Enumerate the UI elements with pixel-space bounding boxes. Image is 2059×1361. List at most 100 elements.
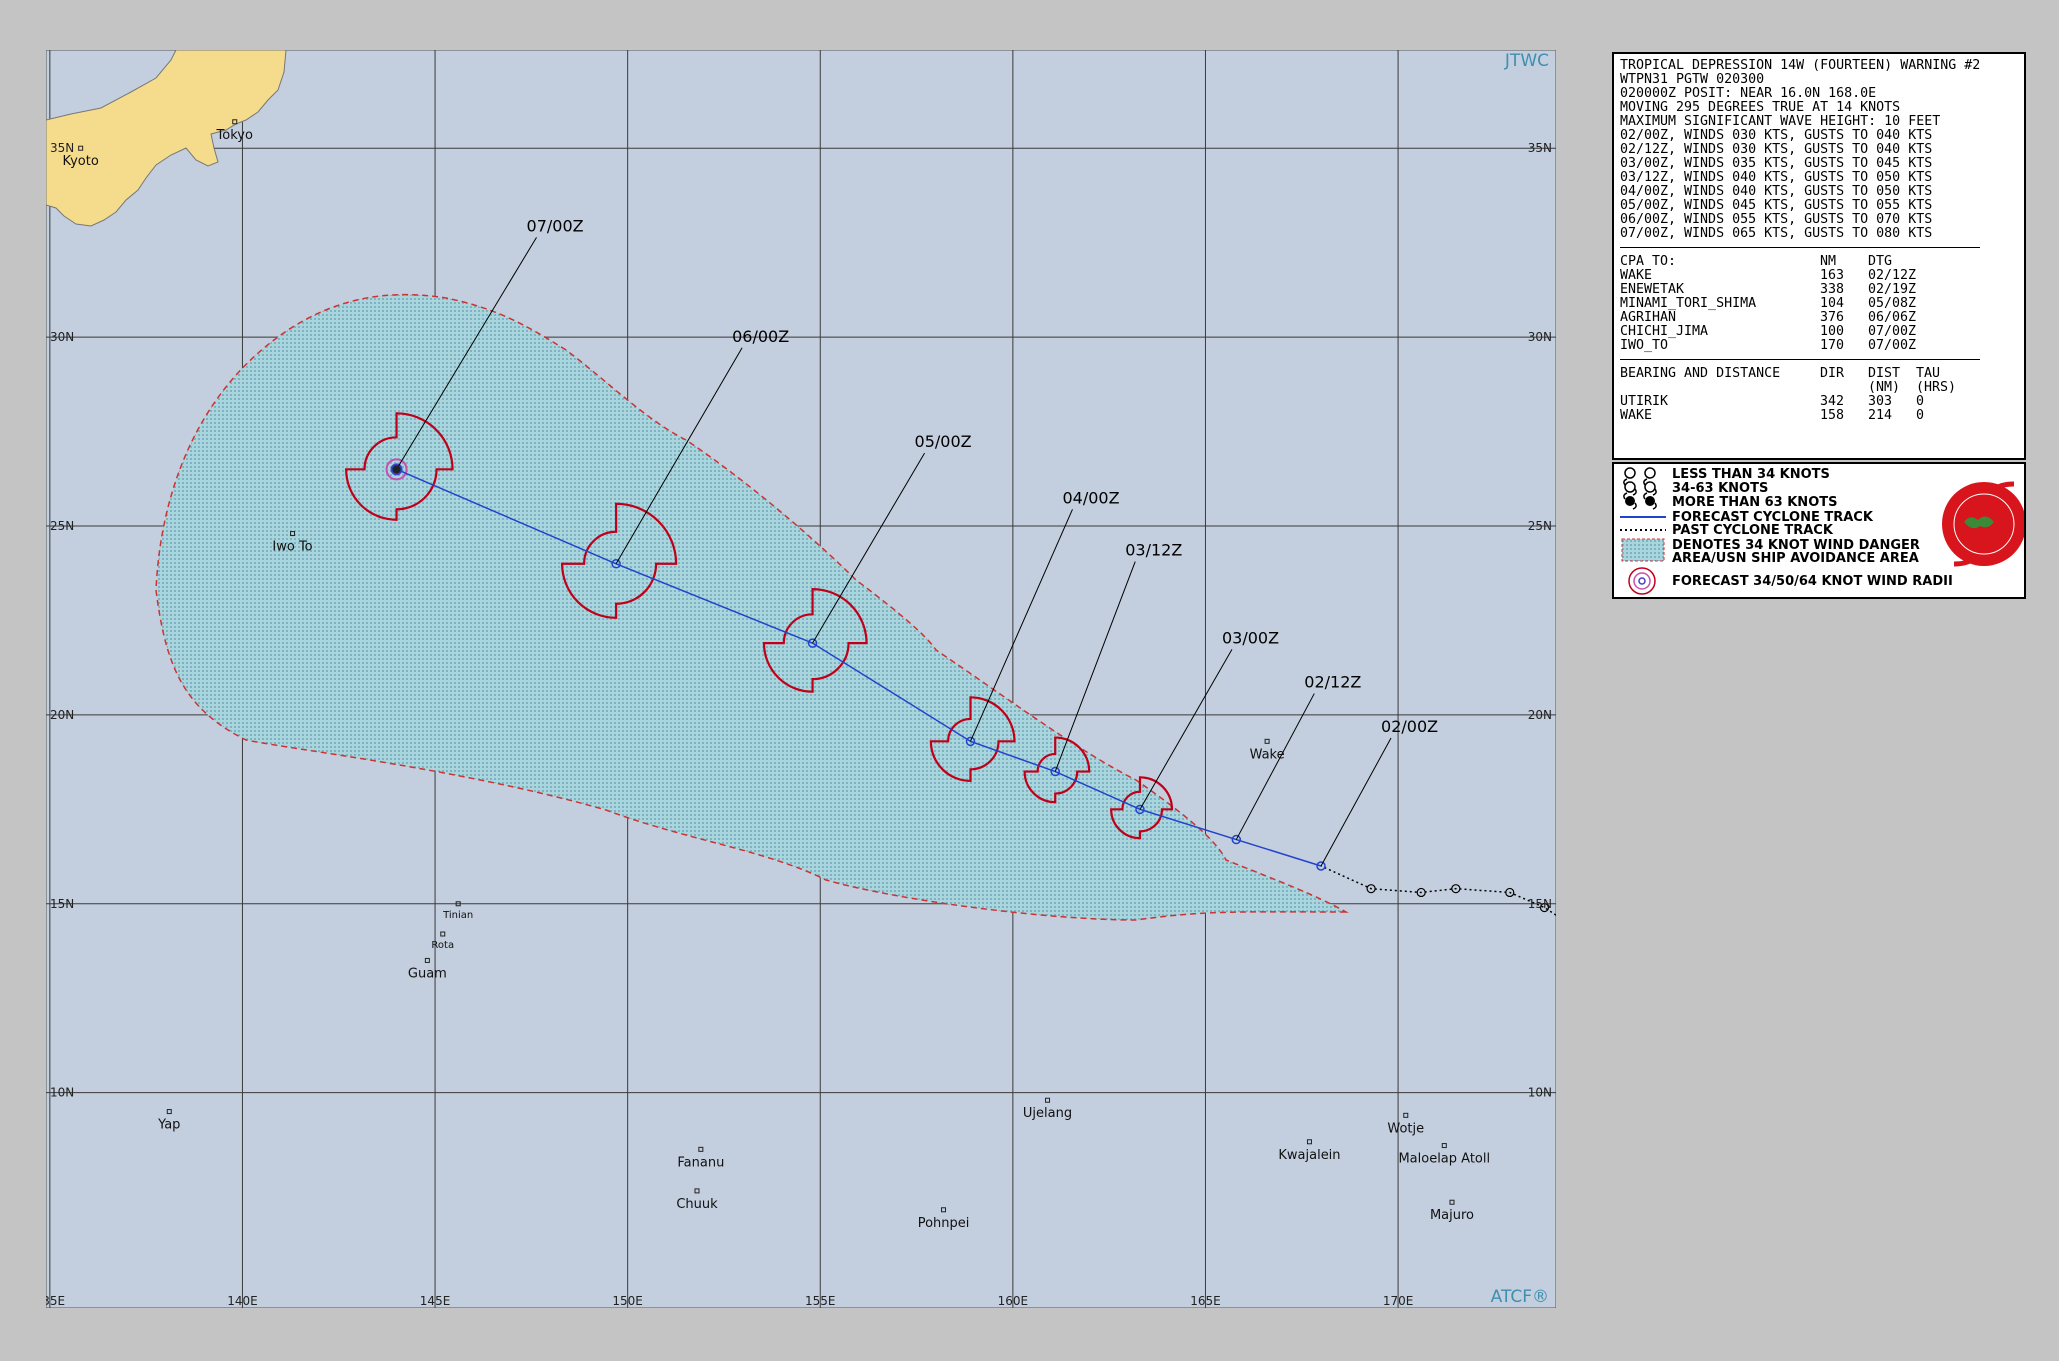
place-label: Chuuk [676, 1197, 718, 1212]
cell: 214 [1868, 408, 1893, 423]
warning-line: 07/00Z, WINDS 065 KTS, GUSTS TO 080 KTS [1620, 226, 1933, 241]
cpa-row: ENEWETAK 338 02/19Z [1620, 283, 2018, 297]
cell: 06/06Z [1868, 310, 1917, 325]
bearing-table: BEARING AND DISTANCE DIR DIST TAU (NM) (HRS) U… [1620, 367, 2018, 423]
lon-tick-label: 155E [805, 1294, 836, 1308]
cell: DIST [1868, 366, 1901, 381]
cell: 303 [1868, 394, 1893, 409]
cpa-row: IWO_TO 170 07/00Z [1620, 339, 2018, 353]
cell: 163 [1820, 268, 1845, 283]
warning-line: 05/00Z, WINDS 045 KTS, GUSTS TO 055 KTS [1620, 198, 1933, 213]
lat-tick-label-right: 25N [1528, 519, 1552, 533]
cell: MINAMI_TORI_SHIMA [1620, 296, 1757, 311]
bearing-header-row: BEARING AND DISTANCE DIR DIST TAU [1620, 367, 2018, 381]
cpa-header-row: CPA TO: NM DTG [1620, 255, 2018, 269]
cell: 338 [1820, 282, 1845, 297]
divider [1620, 359, 1980, 360]
legend-label-avoidance-area: AREA/USN SHIP AVOIDANCE AREA [1672, 551, 1919, 566]
lat-tick-label-right: 35N [1528, 141, 1552, 155]
cpa-row: WAKE 163 02/12Z [1620, 269, 2018, 283]
place-label: Majuro [1430, 1208, 1474, 1223]
cell: AGRIHAN [1620, 310, 1677, 325]
forecast-time-label: 07/00Z [527, 216, 584, 235]
weak-cyclone-icon [1624, 467, 1656, 479]
cell: (HRS) [1916, 380, 1957, 395]
warning-line: TROPICAL DEPRESSION 14W (FOURTEEN) WARNI… [1620, 58, 1981, 73]
bearing-row: WAKE 158 214 0 [1620, 409, 2018, 423]
cell: 342 [1820, 394, 1845, 409]
cell [1820, 381, 1868, 395]
cpa-table: CPA TO: NM DTG WAKE 163 02/12Z ENEWETAK 338 02/1… [1620, 255, 2018, 353]
cpa-row: CHICHI_JIMA 100 07/00Z [1620, 325, 2018, 339]
bearing-row: UTIRIK 342 303 0 [1620, 395, 2018, 409]
lat-tick-label-right: 15N [1528, 897, 1552, 911]
legend-label-past-track: PAST CYCLONE TRACK [1672, 523, 1833, 538]
place-label: Kwajalein [1278, 1148, 1340, 1163]
lon-tick-label: 160E [998, 1294, 1029, 1308]
legend-label-strong: MORE THAN 63 KNOTS [1672, 495, 1838, 510]
lon-tick-label: 165E [1190, 1294, 1221, 1308]
lat-tick-label-right: 30N [1528, 330, 1552, 344]
legend-label-weak: LESS THAN 34 KNOTS [1672, 467, 1830, 482]
cpa-row: MINAMI_TORI_SHIMA 104 05/08Z [1620, 297, 2018, 311]
warning-line: WTPN31 PGTW 020300 [1620, 72, 1765, 87]
cell: 05/08Z [1868, 296, 1917, 311]
cell: 02/19Z [1868, 282, 1917, 297]
cell: WAKE [1620, 408, 1653, 423]
cell: 07/00Z [1868, 338, 1917, 353]
warning-line: 04/00Z, WINDS 040 KTS, GUSTS TO 050 KTS [1620, 184, 1933, 199]
place-label: Guam [408, 966, 447, 981]
warning-line: 020000Z POSIT: NEAR 16.0N 168.0E [1620, 86, 1877, 101]
cyclone-center-icon [392, 465, 401, 474]
forecast-time-label: 05/00Z [915, 432, 972, 451]
place-label: Fananu [677, 1155, 724, 1170]
forecast-time-label: 02/12Z [1304, 673, 1361, 692]
forecast-time-label: 03/12Z [1125, 541, 1182, 560]
cpa-row: AGRIHAN 376 06/06Z [1620, 311, 2018, 325]
cell: 07/00Z [1868, 324, 1917, 339]
place-label: Rota [431, 940, 454, 951]
cell: 0 [1916, 394, 1925, 409]
software-label: ATCF® [1491, 1287, 1549, 1307]
cell: 02/12Z [1868, 268, 1917, 283]
lat-tick-label-right: 20N [1528, 708, 1552, 722]
legend-label-moderate: 34-63 KNOTS [1672, 481, 1769, 496]
legend-label-wind-radii: FORECAST 34/50/64 KNOT WIND RADII [1672, 574, 1953, 589]
warning-info-panel: TROPICAL DEPRESSION 14W (FOURTEEN) WARNI… [1612, 52, 2026, 460]
cell: CPA TO: [1620, 254, 1677, 269]
place-label: Tokyo [216, 128, 253, 143]
lat-tick-label-left: 10N [50, 1086, 74, 1100]
cell: TAU [1916, 366, 1941, 381]
lat-tick-label-left: 30N [50, 330, 74, 344]
track-map: 02/00Z 02/12Z 03/00Z 03/12Z 04/00Z 05/00Z 06/0… [46, 50, 1556, 1308]
lon-tick-label: 170E [1383, 1294, 1414, 1308]
lat-tick-label-left: 35N [50, 141, 74, 155]
lon-tick-label: 145E [420, 1294, 451, 1308]
cell: IWO_TO [1620, 338, 1669, 353]
place-label: Yap [157, 1118, 180, 1133]
lat-tick-label-left: 25N [50, 519, 74, 533]
lon-tick-label: 150E [612, 1294, 643, 1308]
cell: NM [1820, 254, 1837, 269]
moderate-cyclone-icon [1623, 478, 1657, 496]
divider [1620, 247, 1980, 248]
cell: (NM) [1868, 380, 1901, 395]
cell: 100 [1820, 324, 1845, 339]
cell: UTIRIK [1620, 394, 1669, 409]
lon-tick-label: 135E [46, 1294, 65, 1308]
warning-line: MOVING 295 DEGREES TRUE AT 14 KNOTS [1620, 100, 1901, 115]
warning-line: 02/12Z, WINDS 030 KTS, GUSTS TO 040 KTS [1620, 142, 1933, 157]
agency-label: JTWC [1504, 51, 1549, 71]
lat-tick-label-left: 15N [50, 897, 74, 911]
place-label: Pohnpei [918, 1216, 970, 1231]
place-label: Kyoto [63, 154, 99, 169]
forecast-time-label: 04/00Z [1062, 488, 1119, 507]
cell: 158 [1820, 408, 1845, 423]
forecast-time-label: 06/00Z [732, 327, 789, 346]
cell: CHICHI_JIMA [1620, 324, 1709, 339]
cell: BEARING AND DISTANCE [1620, 366, 1781, 381]
cell: DTG [1868, 254, 1893, 269]
cell [1620, 381, 1820, 395]
warning-line: 03/00Z, WINDS 035 KTS, GUSTS TO 045 KTS [1620, 156, 1933, 171]
strong-cyclone-icon [1623, 492, 1657, 510]
